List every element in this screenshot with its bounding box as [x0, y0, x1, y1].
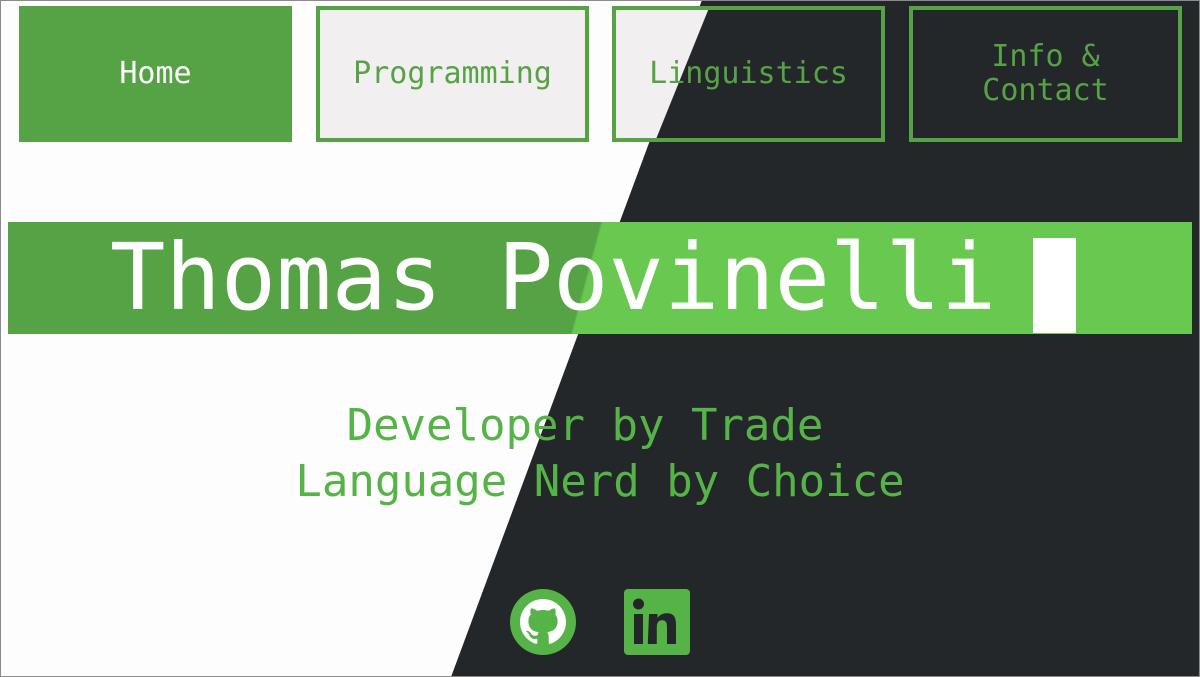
nav-home[interactable]: Home: [19, 6, 292, 142]
nav-linguistics[interactable]: Linguistics: [612, 6, 885, 142]
nav-info-contact[interactable]: Info & Contact: [909, 6, 1182, 142]
tagline-line-2: Language Nerd by Choice: [295, 456, 905, 507]
typing-cursor: [1033, 238, 1076, 333]
github-icon[interactable]: [510, 589, 576, 655]
nav-programming[interactable]: Programming: [316, 6, 589, 142]
main-navigation: Home Programming Linguistics Info & Cont…: [19, 6, 1183, 142]
tagline-line-1: Developer by Trade: [346, 400, 824, 451]
hero-name: Thomas Povinelli: [110, 224, 997, 331]
linkedin-icon[interactable]: [624, 589, 690, 655]
